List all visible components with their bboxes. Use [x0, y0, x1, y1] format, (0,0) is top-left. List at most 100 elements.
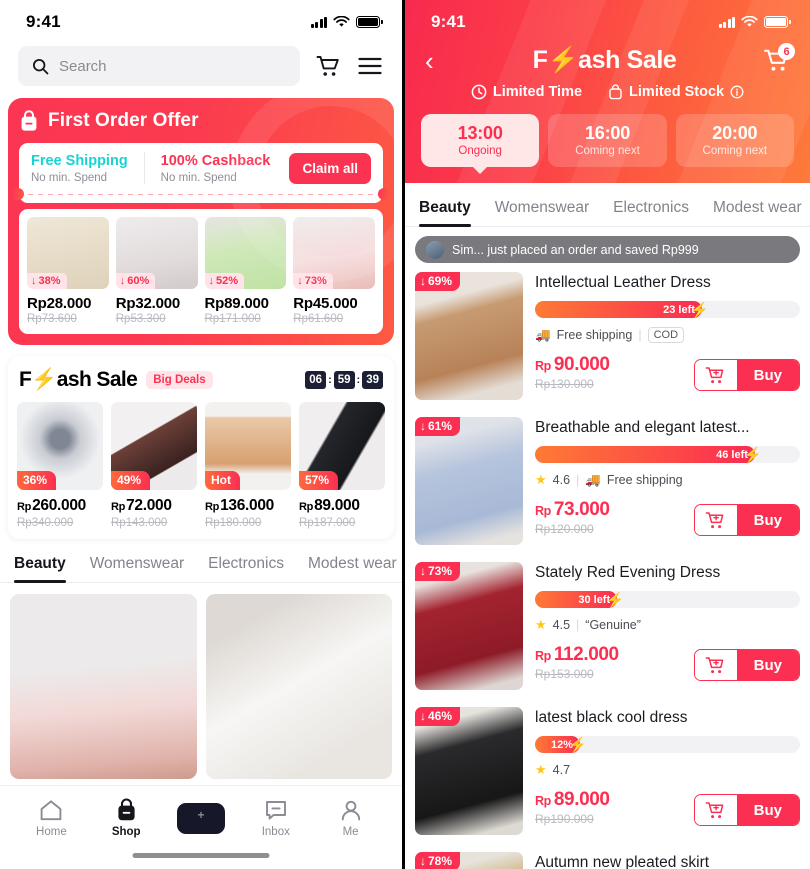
- slot-state: Ongoing: [458, 145, 502, 157]
- bottom-nav-bar: Home Shop + Inbox Me: [0, 785, 402, 869]
- shop-bag-icon: [21, 110, 37, 131]
- buy-button[interactable]: Buy: [693, 504, 800, 536]
- tab-womenswear[interactable]: Womenswear: [495, 199, 589, 226]
- product-meta: ★ 4.7: [535, 762, 800, 778]
- add-to-cart-icon[interactable]: [694, 505, 737, 535]
- table-row[interactable]: ↓ 61% Breathable and elegant latest... 4…: [415, 408, 800, 553]
- table-row[interactable]: ↓ 78% Autumn new pleated skirt 6% ⚡: [415, 843, 800, 869]
- feed-item[interactable]: [10, 594, 197, 780]
- add-to-cart-icon[interactable]: [694, 360, 737, 390]
- nav-home[interactable]: Home: [14, 799, 89, 838]
- timer-hours: 06: [305, 371, 327, 390]
- search-row: Search: [0, 44, 402, 98]
- cart-icon[interactable]: 6: [756, 43, 795, 73]
- search-icon: [32, 58, 49, 74]
- flash-sale-header: F ⚡ ash Sale Big Deals 06 : 59 : 39: [17, 368, 385, 402]
- product-old-price: Rp171.000: [204, 313, 261, 326]
- product-image: 57%: [299, 402, 385, 491]
- nav-inbox[interactable]: Inbox: [238, 799, 313, 838]
- feed-item[interactable]: [205, 594, 392, 780]
- offer-product[interactable]: ↓ 60% Rp32.000 Rp53.300: [115, 217, 198, 325]
- right-phone-screen: 9:41 ‹ F ⚡ ash Sale 6 Limited Time Limit…: [405, 0, 810, 869]
- cart-icon[interactable]: [314, 52, 342, 80]
- buy-button[interactable]: Buy: [693, 649, 800, 681]
- tab-beauty[interactable]: Beauty: [419, 199, 471, 227]
- product-price: Rp 89.000: [299, 497, 360, 515]
- slot-1600[interactable]: 16:00 Coming next: [548, 114, 667, 167]
- nav-label: Inbox: [261, 825, 290, 838]
- buy-button[interactable]: Buy: [693, 359, 800, 391]
- product-image[interactable]: ↓ 46%: [415, 707, 523, 835]
- product-old-price: Rp180.000: [205, 517, 262, 530]
- nav-me[interactable]: Me: [313, 799, 388, 838]
- discount-badge: ↓ 38%: [27, 273, 67, 290]
- flash-product[interactable]: 36% Rp 260.000 Rp340.000: [17, 402, 103, 529]
- slot-time: 13:00: [457, 123, 503, 143]
- product-image[interactable]: ↓ 73%: [415, 562, 523, 690]
- table-row[interactable]: ↓ 73% Stately Red Evening Dress 30 left …: [415, 553, 800, 698]
- offer-product[interactable]: ↓ 73% Rp45.000 Rp61.600: [293, 217, 375, 325]
- product-old-price: Rp187.000: [299, 517, 356, 530]
- arrow-down-icon: ↓: [208, 275, 215, 288]
- first-order-offer-card[interactable]: First Order Offer Free Shipping No min. …: [8, 98, 394, 346]
- table-row[interactable]: ↓ 46% latest black cool dress 12% ⚡ ★ 4.…: [415, 698, 800, 843]
- tab-beauty[interactable]: Beauty: [14, 555, 66, 584]
- nav-shop[interactable]: Shop: [89, 798, 164, 838]
- product-title: Breathable and elegant latest...: [535, 419, 750, 436]
- tab-electronics[interactable]: Electronics: [208, 555, 284, 582]
- slot-1300[interactable]: 13:00 Ongoing: [421, 114, 540, 167]
- clock-icon: [471, 84, 487, 100]
- add-to-cart-icon[interactable]: [694, 650, 737, 680]
- truck-icon: 🚚: [535, 327, 551, 342]
- product-image[interactable]: ↓ 69%: [415, 272, 523, 400]
- product-image[interactable]: ↓ 78%: [415, 852, 523, 869]
- buy-button[interactable]: Buy: [693, 794, 800, 826]
- flash-product[interactable]: 49% Rp 72.000 Rp143.000: [111, 402, 197, 529]
- info-icon[interactable]: [730, 85, 744, 99]
- tab-womenswear[interactable]: Womenswear: [90, 555, 184, 582]
- product-price: Rp32.000: [115, 295, 181, 313]
- product-title: Intellectual Leather Dress: [535, 274, 711, 291]
- shop-bag-icon: [609, 84, 622, 100]
- slot-2000[interactable]: 20:00 Coming next: [675, 114, 794, 167]
- tab-electronics[interactable]: Electronics: [613, 199, 689, 226]
- add-to-cart-icon[interactable]: [694, 795, 737, 825]
- product-image[interactable]: ↓ 61%: [415, 417, 523, 545]
- arrow-down-icon: ↓: [420, 709, 426, 723]
- tab-modest-wear[interactable]: Modest wear: [308, 555, 397, 582]
- discount-tag: 49%: [111, 471, 151, 491]
- stock-progress-bar: 30 left ⚡: [535, 591, 800, 609]
- offer-product[interactable]: ↓ 38% Rp28.000 Rp73.600: [27, 217, 109, 325]
- tab-modest-wear[interactable]: Modest wear: [713, 199, 802, 226]
- claim-all-button[interactable]: Claim all: [289, 152, 371, 184]
- hamburger-menu-icon[interactable]: [356, 52, 384, 80]
- plus-icon[interactable]: +: [172, 802, 229, 834]
- product-image: ↓ 73%: [293, 217, 375, 290]
- person-icon: [341, 800, 360, 820]
- meta-divider: |: [638, 328, 642, 342]
- offer-product[interactable]: ↓ 52% Rp89.000 Rp171.000: [204, 217, 287, 326]
- nav-create[interactable]: +: [164, 802, 239, 834]
- coupon-head: Free Shipping: [31, 153, 128, 169]
- coupon-free-shipping[interactable]: Free Shipping No min. Spend: [31, 152, 144, 184]
- category-tabs: Beauty Womenswear Electronics Modest wea…: [0, 539, 402, 584]
- search-input[interactable]: Search: [18, 46, 300, 86]
- flash-sale-card[interactable]: F ⚡ ash Sale Big Deals 06 : 59 : 39 36%: [8, 356, 394, 540]
- shop-bag-icon: [118, 798, 135, 821]
- chevron-left-icon[interactable]: ‹: [425, 48, 453, 74]
- table-row[interactable]: ↓ 69% Intellectual Leather Dress 23 left…: [415, 263, 800, 408]
- price-block: Rp 73.000 Rp120.000: [535, 499, 610, 536]
- product-info: Intellectual Leather Dress 23 left ⚡ 🚚 F…: [535, 272, 800, 400]
- flash-product[interactable]: Hot Rp 136.000 Rp180.000: [205, 402, 291, 529]
- flash-product[interactable]: 57% Rp 89.000 Rp187.000: [299, 402, 385, 529]
- coupon-cashback[interactable]: 100% Cashback No min. Spend: [143, 152, 287, 185]
- status-bar: 9:41: [0, 0, 402, 44]
- star-icon: ★: [535, 617, 547, 632]
- timer-minutes: 59: [333, 371, 355, 390]
- slot-state: Coming next: [575, 145, 640, 157]
- product-price: Rp45.000: [293, 295, 358, 313]
- buy-label: Buy: [736, 795, 799, 825]
- slot-time: 16:00: [584, 123, 631, 143]
- product-old-price: Rp190.000: [535, 812, 594, 826]
- product-image: 36%: [17, 402, 103, 491]
